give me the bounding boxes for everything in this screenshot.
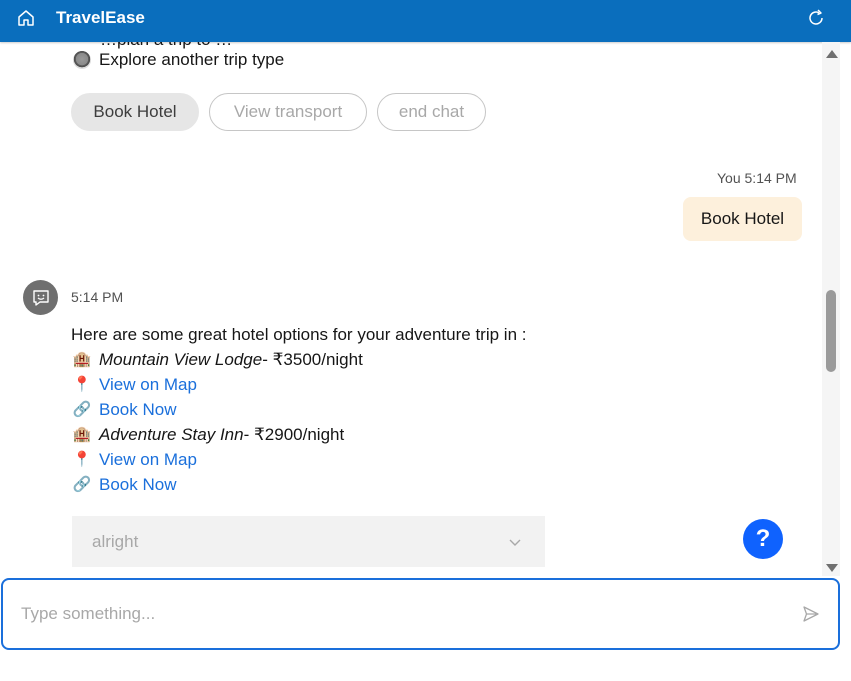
hotel-icon: 🏨: [72, 351, 92, 368]
bot-message-time: 5:14 PM: [71, 289, 124, 305]
radio-button-icon: [73, 51, 91, 69]
hotel-item: 🏨 Adventure Stay Inn - ₹2900/night: [71, 422, 526, 447]
explore-option-label: Explore another trip type: [99, 50, 285, 69]
hotel-icon: 🏨: [72, 426, 92, 443]
refresh-icon[interactable]: [806, 8, 826, 28]
chat-scrollbar[interactable]: [822, 42, 840, 576]
chat-transcript: …plan a trip to … Explore another trip t…: [0, 42, 822, 576]
response-dropdown[interactable]: alright: [72, 516, 545, 567]
message-input[interactable]: [21, 598, 781, 630]
view-transport-chip[interactable]: View transport: [209, 93, 367, 131]
view-on-map-link[interactable]: View on Map: [99, 447, 197, 472]
link-icon: 🔗: [72, 476, 92, 493]
message-composer: [1, 578, 840, 650]
hotel-price: - ₹2900/night: [243, 425, 345, 444]
bot-intro: Here are some great hotel options for yo…: [71, 325, 527, 344]
map-pin-icon: 📍: [72, 451, 92, 468]
end-chat-chip[interactable]: end chat: [377, 93, 486, 131]
map-link-row: 📍 View on Map: [71, 447, 526, 472]
home-icon[interactable]: [16, 8, 36, 28]
chat-bot-icon: [32, 289, 49, 306]
hotel-price: - ₹3500/night: [262, 350, 363, 369]
chevron-down-icon: [509, 539, 521, 546]
book-hotel-chip[interactable]: Book Hotel: [71, 93, 199, 131]
help-button[interactable]: ?: [743, 519, 783, 559]
book-link-row: 🔗 Book Now: [71, 397, 526, 422]
map-link-row: 📍 View on Map: [71, 372, 526, 397]
hotel-item: 🏨 Mountain View Lodge - ₹3500/night: [71, 347, 526, 372]
scroll-down-arrow-icon[interactable]: [826, 564, 838, 572]
partial-message-line: …plan a trip to …: [100, 42, 232, 50]
user-message-bubble: Book Hotel: [683, 197, 802, 241]
user-message-meta: You 5:14 PM: [717, 170, 797, 186]
dropdown-selected-value: alright: [92, 531, 139, 551]
link-icon: 🔗: [72, 401, 92, 418]
scroll-thumb[interactable]: [826, 290, 836, 372]
bot-message: Here are some great hotel options for yo…: [71, 322, 526, 497]
map-pin-icon: 📍: [72, 376, 92, 393]
app-title: TravelEase: [56, 8, 145, 27]
scroll-up-arrow-icon[interactable]: [826, 50, 838, 58]
book-now-link[interactable]: Book Now: [99, 472, 176, 497]
book-link-row: 🔗 Book Now: [71, 472, 526, 497]
bot-avatar: [23, 280, 58, 315]
explore-option: Explore another trip type: [73, 50, 284, 70]
book-now-link[interactable]: Book Now: [99, 397, 176, 422]
hotel-name: Adventure Stay Inn: [99, 425, 244, 444]
app-header: TravelEase: [0, 0, 851, 42]
hotel-name: Mountain View Lodge: [99, 350, 263, 369]
view-on-map-link[interactable]: View on Map: [99, 372, 197, 397]
send-icon[interactable]: [801, 604, 821, 624]
